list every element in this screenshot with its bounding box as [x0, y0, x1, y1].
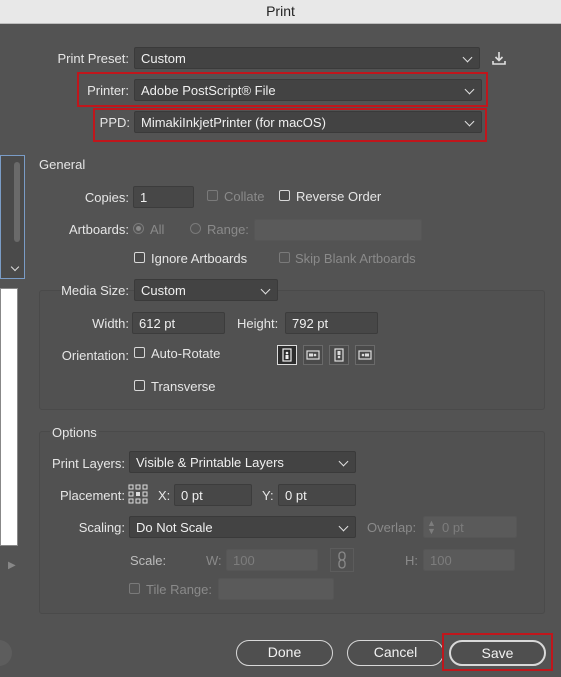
chevron-down-icon — [462, 52, 473, 63]
media-size-select[interactable]: Custom — [134, 279, 278, 301]
all-radio[interactable] — [133, 223, 144, 234]
auto-rotate-checkbox[interactable] — [134, 347, 145, 358]
preset-value: Custom — [141, 51, 186, 66]
print-layers-value: Visible & Printable Layers — [136, 455, 284, 470]
media-size-value: Custom — [141, 283, 186, 298]
scaling-label: Scaling: — [78, 520, 125, 535]
x-label: X: — [158, 488, 171, 503]
h-label: H: — [405, 553, 418, 568]
landscape-right-icon[interactable] — [355, 345, 375, 365]
tile-range-field[interactable] — [218, 578, 334, 600]
window-title: Print — [266, 3, 295, 19]
portrait-flipped-icon[interactable] — [329, 345, 349, 365]
placement-label: Placement: — [59, 488, 125, 503]
options-title: Options — [50, 425, 99, 440]
chevron-down-icon — [464, 84, 475, 95]
y-field[interactable]: 0 pt — [278, 484, 356, 506]
height-label: Height: — [237, 316, 279, 331]
printer-label: Printer: — [87, 83, 129, 98]
y-label: Y: — [262, 488, 274, 503]
chevron-down-icon — [338, 521, 349, 532]
chevron-down-icon — [464, 116, 475, 127]
ignore-artboards-label: Ignore Artboards — [151, 251, 248, 266]
width-field[interactable]: 612 pt — [132, 312, 225, 334]
width-label: Width: — [92, 316, 129, 331]
auto-rotate-label: Auto-Rotate — [151, 346, 221, 361]
printer-value: Adobe PostScript® File — [141, 83, 276, 98]
w-label: W: — [206, 553, 222, 568]
reverse-order-label: Reverse Order — [296, 189, 382, 204]
copies-field[interactable]: 1 — [133, 186, 194, 208]
download-icon[interactable] — [491, 50, 507, 66]
ppd-value: MimakiInkjetPrinter (for macOS) — [141, 115, 326, 130]
artboard-list[interactable] — [0, 155, 25, 279]
scale-w-field[interactable]: 100 — [226, 549, 318, 571]
scale-label: Scale: — [130, 553, 167, 568]
overlap-field[interactable]: ▲ ▼ 0 pt — [423, 516, 517, 538]
ignore-artboards-checkbox[interactable] — [134, 252, 145, 263]
portrait-icon[interactable] — [277, 345, 297, 365]
general-title: General — [39, 157, 86, 172]
ppd-select[interactable]: MimakiInkjetPrinter (for macOS) — [134, 111, 482, 133]
preset-label: Print Preset: — [57, 51, 129, 66]
save-button[interactable]: Save — [449, 640, 546, 666]
collate-checkbox[interactable] — [207, 190, 218, 201]
stepper-icon[interactable]: ▲ ▼ — [427, 519, 436, 536]
placement-grid-icon[interactable] — [128, 484, 148, 504]
reverse-order-checkbox[interactable] — [279, 190, 290, 201]
scaling-value: Do Not Scale — [136, 520, 213, 535]
tile-range-checkbox[interactable] — [129, 583, 140, 594]
collate-label: Collate — [224, 189, 265, 204]
range-label: Range: — [207, 222, 249, 237]
preview-circle-icon — [0, 640, 12, 666]
landscape-left-icon[interactable] — [303, 345, 323, 365]
media-size-label: Media Size: — [61, 283, 129, 298]
orientation-label: Orientation: — [61, 348, 129, 363]
x-field[interactable]: 0 pt — [174, 484, 252, 506]
print-layers-label: Print Layers: — [52, 456, 125, 471]
list-scrollbar[interactable] — [14, 162, 20, 242]
artboards-label: Artboards: — [69, 222, 129, 237]
link-icon[interactable] — [330, 548, 354, 572]
copies-label: Copies: — [84, 190, 129, 205]
overlap-label: Overlap: — [367, 520, 417, 535]
range-radio[interactable] — [190, 223, 201, 234]
skip-blank-label: Skip Blank Artboards — [295, 251, 416, 266]
tile-range-label: Tile Range: — [146, 582, 212, 597]
scaling-select[interactable]: Do Not Scale — [129, 516, 356, 538]
scale-h-field[interactable]: 100 — [423, 549, 515, 571]
range-field[interactable] — [254, 219, 422, 241]
chevron-down-icon — [260, 284, 271, 295]
transverse-label: Transverse — [151, 379, 216, 394]
skip-blank-checkbox[interactable] — [279, 252, 290, 263]
done-button[interactable]: Done — [236, 640, 333, 666]
copies-value: 1 — [140, 190, 148, 205]
printer-select[interactable]: Adobe PostScript® File — [134, 79, 482, 101]
height-field[interactable]: 792 pt — [285, 312, 378, 334]
preset-select[interactable]: Custom — [134, 47, 480, 69]
chevron-down-icon — [338, 456, 349, 467]
cancel-button[interactable]: Cancel — [347, 640, 444, 666]
print-preview — [0, 288, 18, 546]
next-page-icon[interactable]: ▶ — [8, 560, 20, 572]
print-layers-select[interactable]: Visible & Printable Layers — [129, 451, 356, 473]
ppd-label: PPD: — [99, 115, 130, 130]
transverse-checkbox[interactable] — [134, 380, 145, 391]
chevron-down-icon[interactable] — [10, 262, 20, 272]
all-label: All — [150, 222, 165, 237]
